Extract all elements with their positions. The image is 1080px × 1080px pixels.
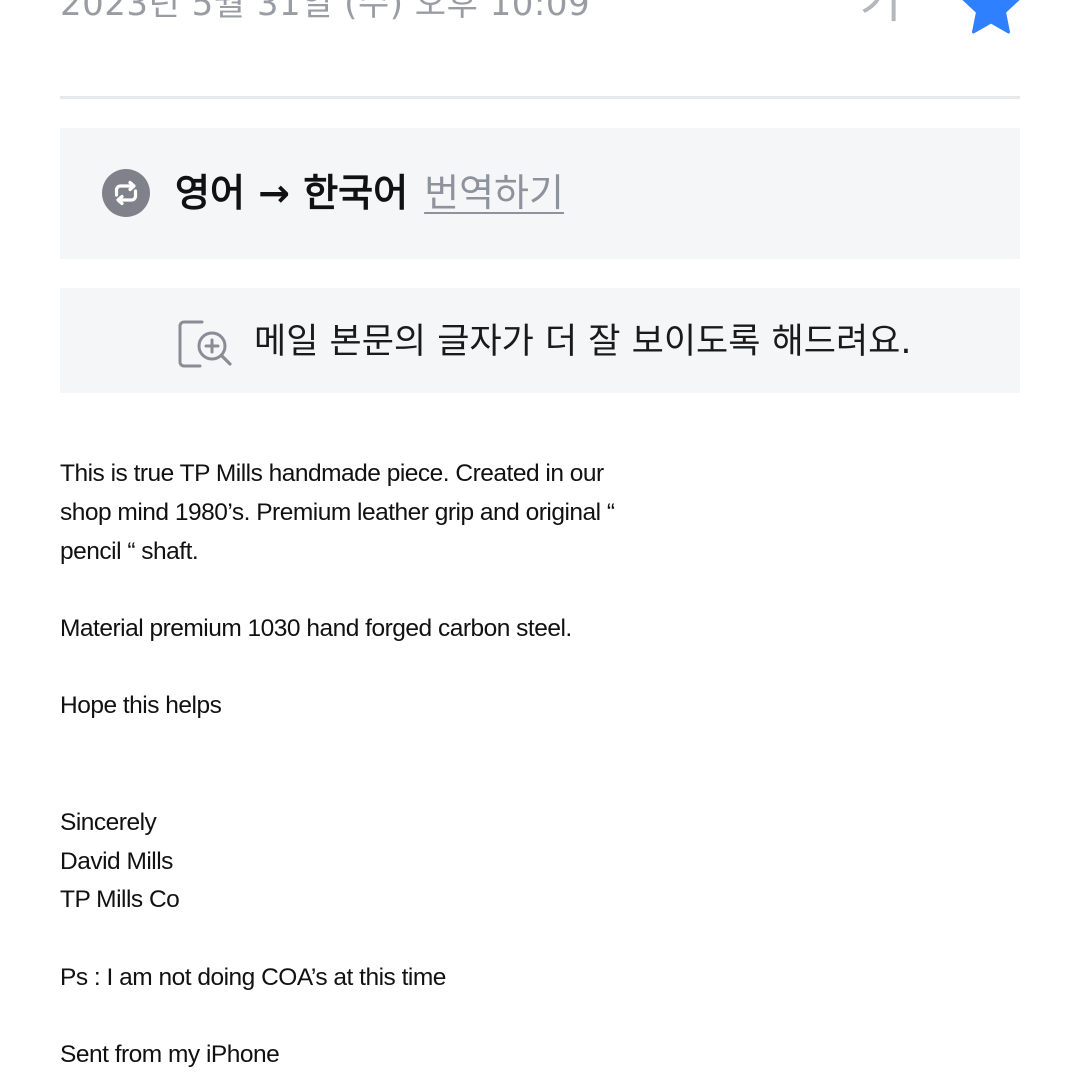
body-line: Ps : I am not doing COA’s at this time	[60, 964, 446, 991]
signature-line: TP Mills Co	[60, 886, 180, 913]
star-icon[interactable]	[960, 0, 1022, 34]
zoom-document-icon	[176, 318, 234, 370]
translate-arrows-icon	[102, 169, 150, 217]
language-pair: 영어 → 한국어	[175, 171, 409, 215]
body-line: This is true TP Mills handmade piece. Cr…	[60, 460, 604, 487]
readability-text: 메일 본문의 글자가 더 잘 보이도록 해드려요.	[254, 322, 912, 362]
body-line: Material premium 1030 hand forged carbon…	[60, 615, 572, 642]
readability-banner[interactable]: 메일 본문의 글자가 더 잘 보이도록 해드려요.	[60, 288, 1020, 393]
body-line: pencil “ shaft.	[60, 538, 199, 565]
text-size-button[interactable]: 가	[852, 0, 912, 32]
signature-line: David Mills	[60, 848, 173, 875]
email-header: 2023년 5월 31일 (수) 오후 10:09 가	[60, 0, 1020, 99]
body-line: Sent from my iPhone	[60, 1041, 280, 1068]
body-line: shop mind 1980’s. Premium leather grip a…	[60, 499, 615, 526]
email-date: 2023년 5월 31일 (수) 오후 10:09	[60, 0, 591, 24]
translate-line: 영어 → 한국어 번역하기	[175, 166, 564, 220]
translate-link[interactable]: 번역하기	[424, 171, 564, 215]
body-line: Hope this helps	[60, 692, 222, 719]
translate-banner: 영어 → 한국어 번역하기	[60, 128, 1020, 259]
signature-line: Sincerely	[60, 809, 157, 836]
